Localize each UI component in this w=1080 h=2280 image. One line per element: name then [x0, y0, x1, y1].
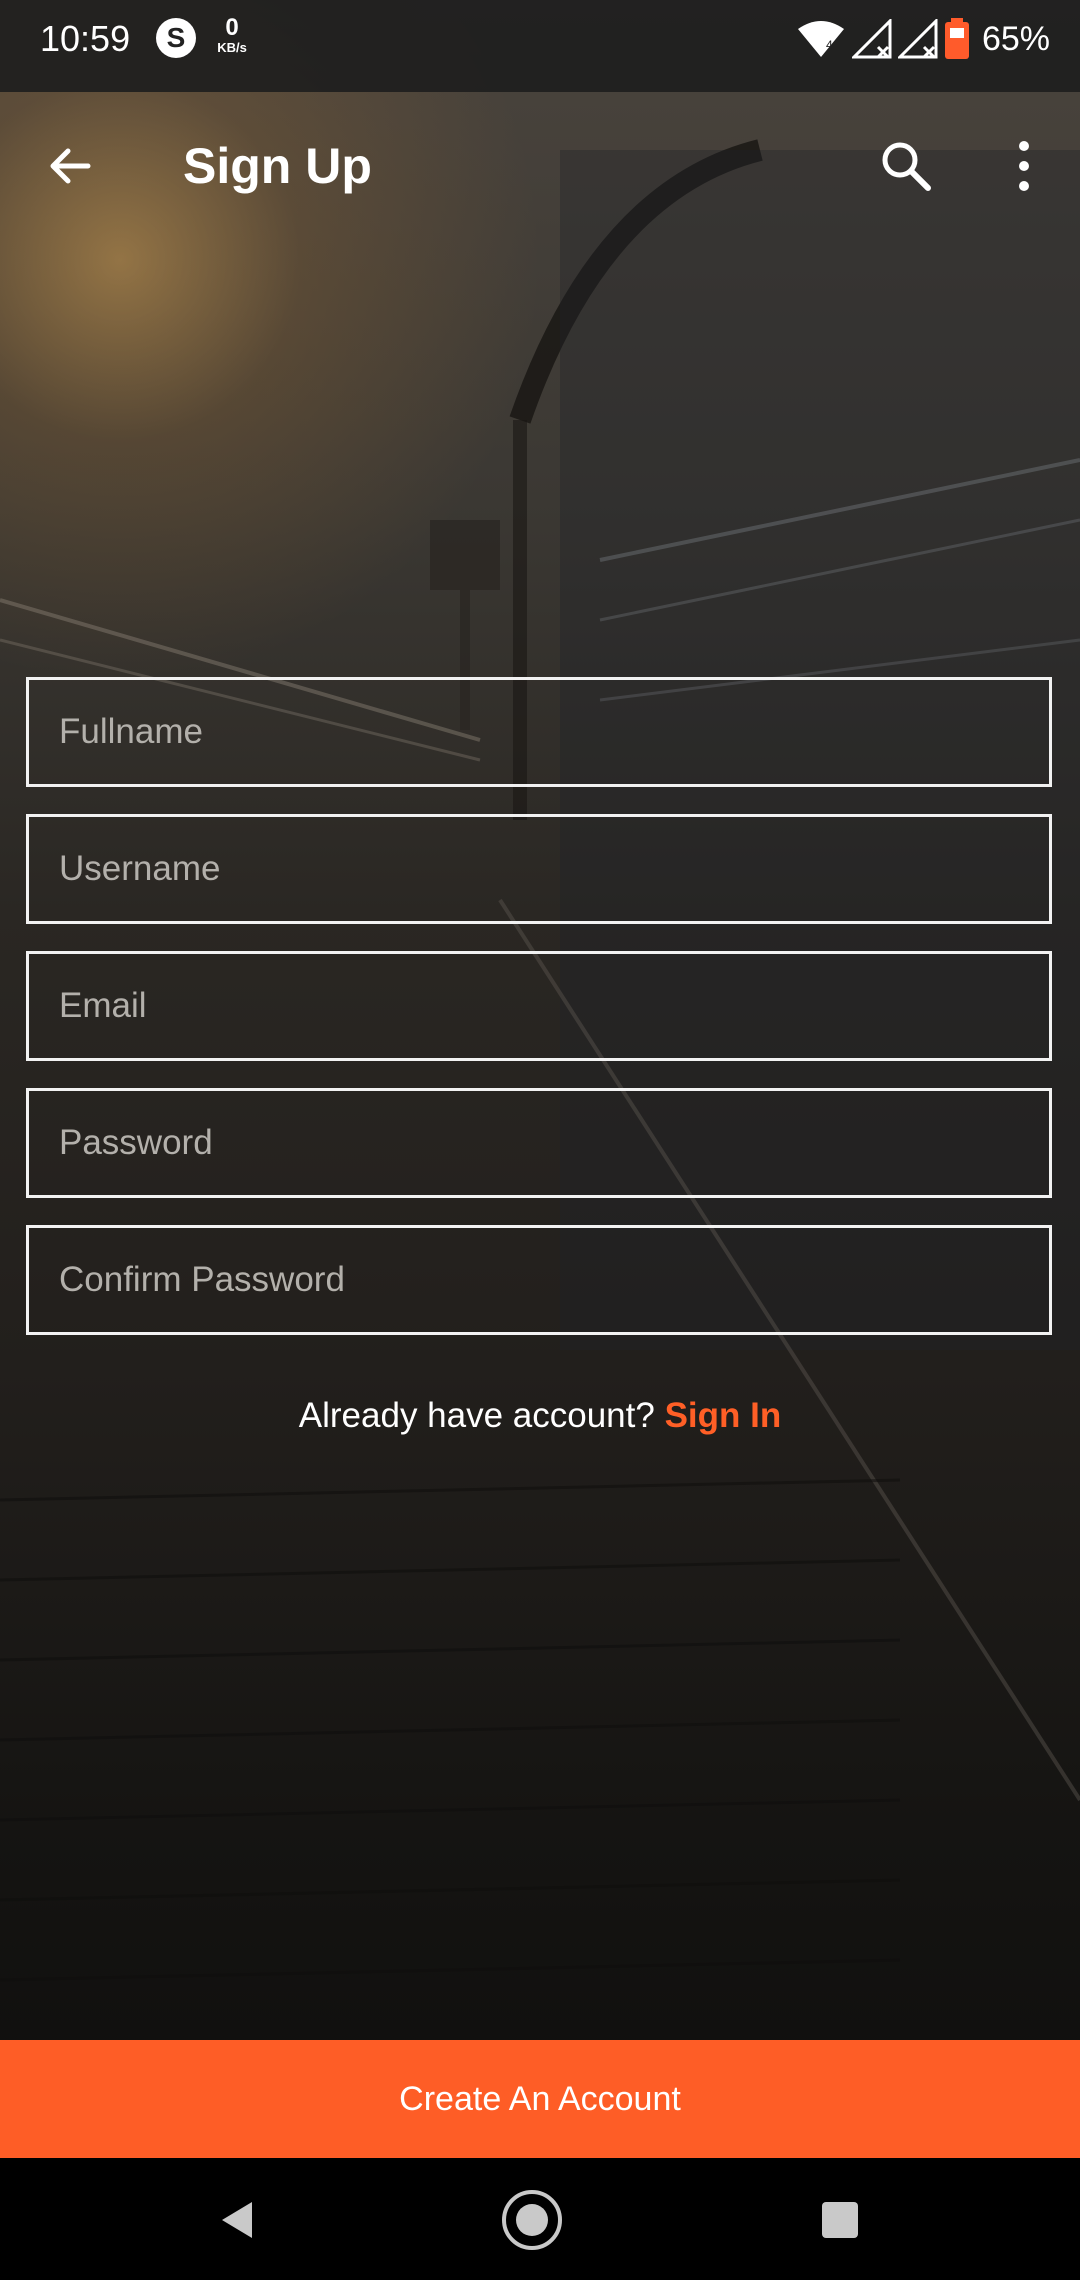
- create-account-button[interactable]: Create An Account: [0, 2040, 1080, 2158]
- page-title: Sign Up: [183, 138, 372, 194]
- fullname-input[interactable]: [29, 680, 1049, 784]
- battery-percent: 65%: [981, 19, 1050, 58]
- nav-home-icon[interactable]: [500, 2188, 564, 2252]
- confirm-password-field[interactable]: [26, 1225, 1052, 1335]
- svg-text:4: 4: [826, 38, 833, 52]
- signin-prompt-text: Already have account?: [298, 1396, 655, 1435]
- confirm-password-input[interactable]: [29, 1228, 1049, 1332]
- battery-icon: [944, 18, 969, 59]
- status-time: 10:59: [40, 18, 131, 59]
- signal-2-icon: [897, 19, 938, 59]
- net-speed-value: 0: [225, 14, 239, 41]
- signal-1-icon: [851, 19, 892, 59]
- password-input[interactable]: [29, 1091, 1049, 1195]
- status-bar: 10:59 S 0 KB/s 4 65%: [0, 0, 1080, 92]
- net-speed-indicator: 0 KB/s: [210, 14, 254, 56]
- search-icon[interactable]: [876, 136, 936, 196]
- back-arrow-icon[interactable]: [40, 136, 100, 196]
- skype-icon: S: [156, 18, 196, 58]
- signin-link[interactable]: Sign In: [665, 1396, 782, 1435]
- fullname-field[interactable]: [26, 677, 1052, 787]
- app-bar: Sign Up: [0, 92, 1080, 240]
- username-field[interactable]: [26, 814, 1052, 924]
- wifi-icon: 4: [797, 21, 844, 57]
- email-input[interactable]: [29, 954, 1049, 1058]
- nav-recents-icon[interactable]: [808, 2188, 872, 2252]
- create-account-label: Create An Account: [399, 2079, 681, 2118]
- system-icons: 4 65%: [796, 14, 1050, 64]
- nav-back-icon[interactable]: [208, 2188, 272, 2252]
- signin-prompt: Already have account? Sign In: [0, 1396, 1080, 1436]
- net-speed-unit: KB/s: [217, 40, 247, 55]
- email-field[interactable]: [26, 951, 1052, 1061]
- password-field[interactable]: [26, 1088, 1052, 1198]
- more-vert-icon[interactable]: [1002, 136, 1046, 196]
- system-nav-bar: [0, 2158, 1080, 2280]
- username-input[interactable]: [29, 817, 1049, 921]
